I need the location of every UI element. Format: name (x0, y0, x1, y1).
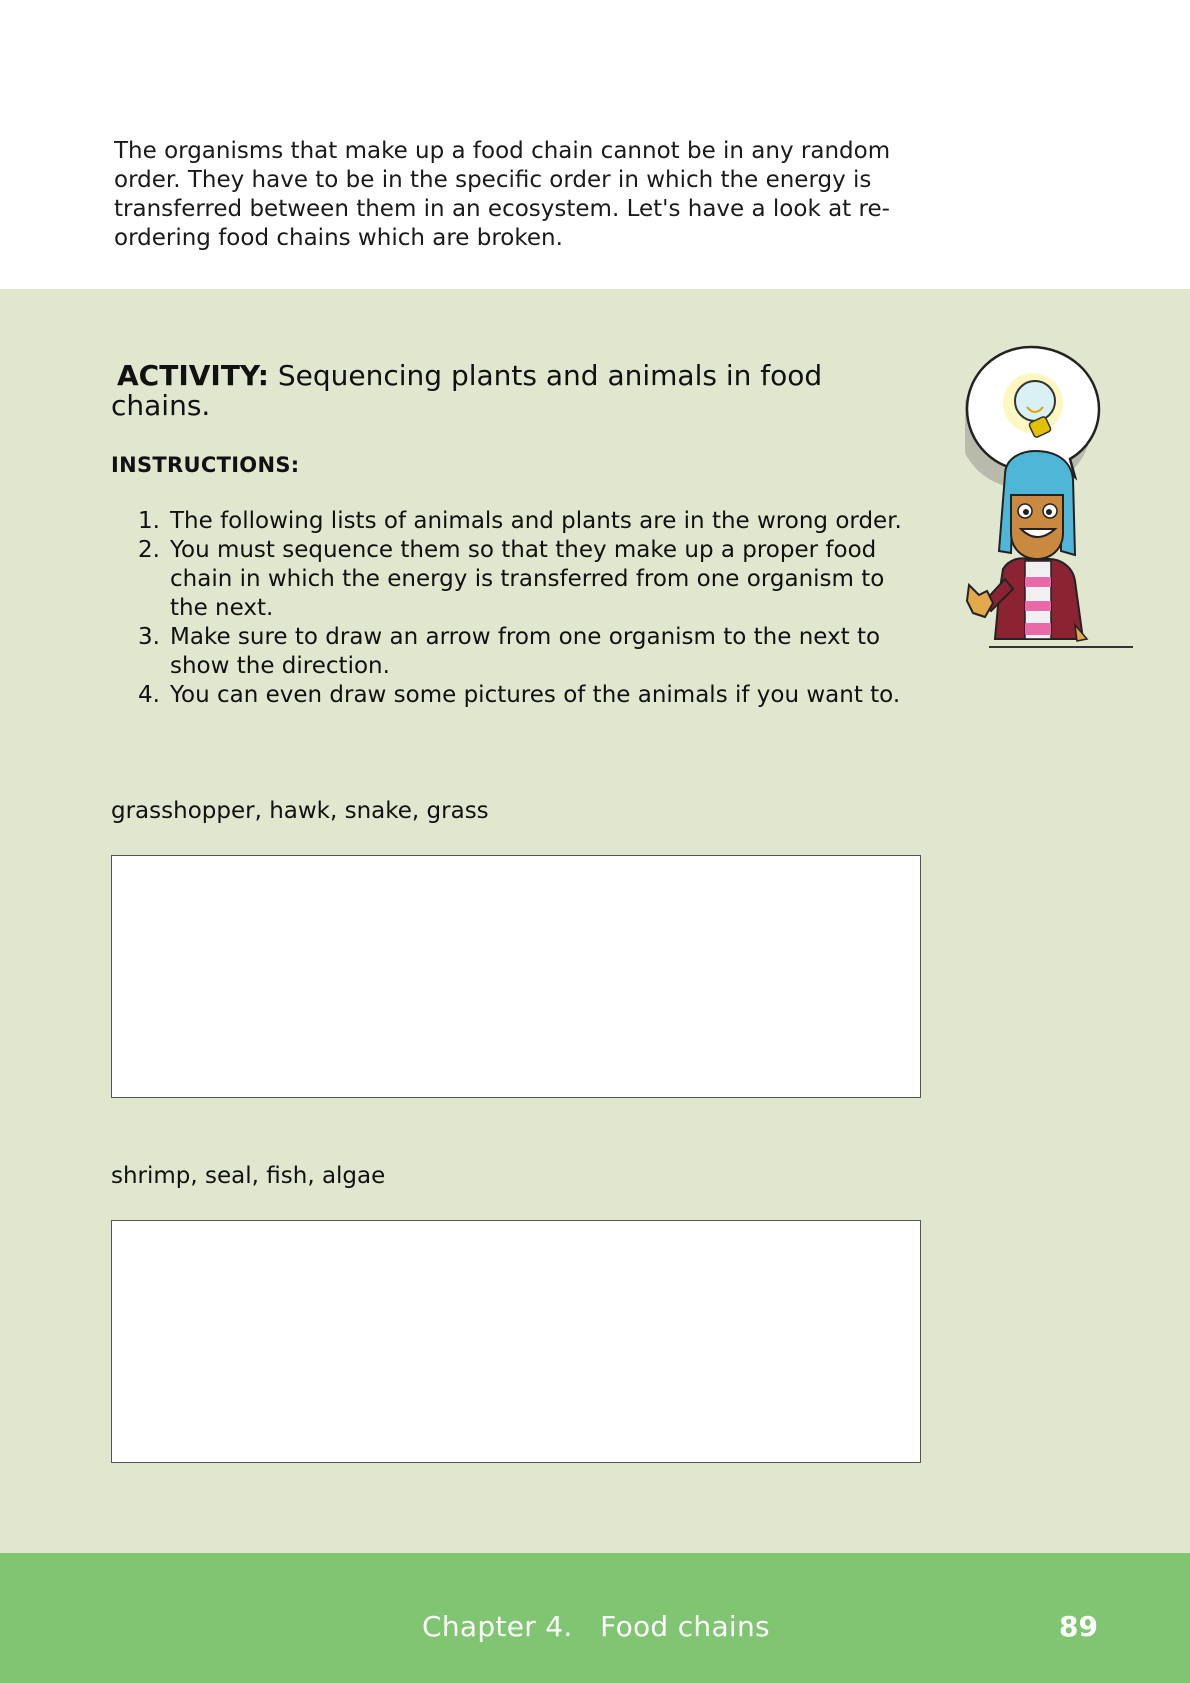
instruction-text: Make sure to draw an arrow from one orga… (170, 624, 881, 679)
answer-box-2[interactable] (111, 1220, 921, 1463)
instructions-heading: INSTRUCTIONS: (111, 453, 300, 477)
instruction-number: 3. (138, 624, 160, 650)
food-chain-list-1: grasshopper, hawk, snake, grass (111, 798, 489, 824)
instructions-list: 1. The following lists of animals and pl… (111, 507, 911, 710)
instruction-item: 2. You must sequence them so that they m… (111, 536, 911, 623)
activity-panel: ACTIVITY: Sequencing plants and animals … (0, 289, 1190, 1553)
page-footer: Chapter 4. Food chains 89 (0, 1553, 1190, 1683)
food-chain-list-2: shrimp, seal, fish, algae (111, 1163, 386, 1189)
activity-title: ACTIVITY: Sequencing plants and animals … (111, 361, 871, 421)
instruction-number: 4. (138, 682, 160, 708)
answer-box-1[interactable] (111, 855, 921, 1098)
instruction-item: 3. Make sure to draw an arrow from one o… (111, 623, 911, 681)
instruction-number: 1. (138, 508, 160, 534)
instruction-text: The following lists of animals and plant… (170, 508, 902, 534)
activity-label: ACTIVITY: (117, 359, 269, 392)
intro-paragraph: The organisms that make up a food chain … (114, 138, 891, 251)
instruction-text: You can even draw some pictures of the a… (170, 682, 901, 708)
instruction-item: 4. You can even draw some pictures of th… (111, 681, 911, 710)
footer-chapter-title: Chapter 4. Food chains (422, 1610, 770, 1643)
page-number: 89 (1059, 1610, 1098, 1643)
instruction-text: You must sequence them so that they make… (170, 537, 885, 621)
girl-with-lightbulb-idea-icon (965, 345, 1133, 648)
instruction-item: 1. The following lists of animals and pl… (111, 507, 911, 536)
instruction-number: 2. (138, 537, 160, 563)
